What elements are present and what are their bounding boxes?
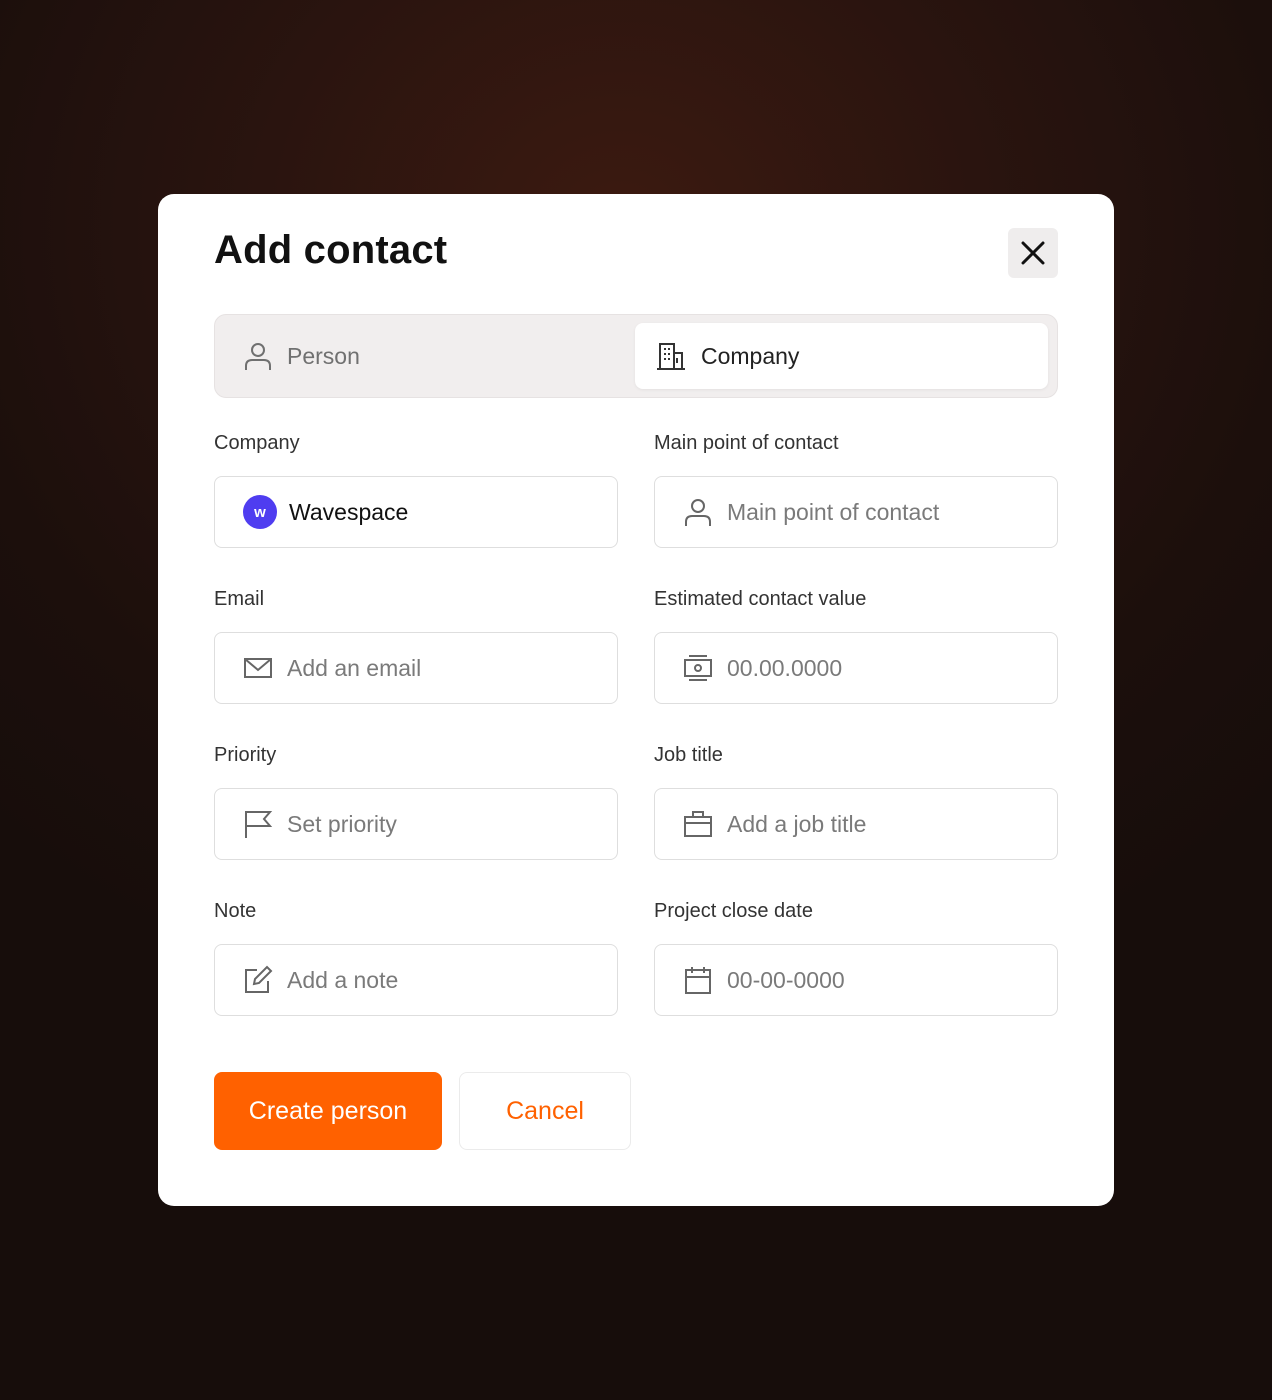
add-contact-dialog: Add contact Person Company Company w Wav…: [158, 194, 1114, 1206]
person-icon: [245, 343, 271, 370]
calendar-icon: [685, 967, 711, 994]
contact-type-switch: Person Company: [214, 314, 1058, 398]
contact-value-placeholder: 00.00.0000: [727, 654, 843, 681]
note-placeholder: Add a note: [287, 966, 399, 993]
main-contact-field[interactable]: Main point of contact: [654, 476, 1058, 548]
flag-icon: [245, 811, 273, 838]
tab-person[interactable]: Person: [223, 323, 636, 389]
create-person-button[interactable]: Create person: [214, 1072, 442, 1150]
priority-field[interactable]: Set priority: [214, 788, 618, 860]
company-label: Company: [214, 432, 300, 454]
tab-company-label: Company: [701, 342, 800, 369]
note-label: Note: [214, 900, 257, 922]
close-button[interactable]: [1008, 228, 1058, 278]
email-placeholder: Add an email: [287, 654, 422, 681]
close-date-field[interactable]: 00-00-0000: [654, 944, 1058, 1016]
note-field[interactable]: Add a note: [214, 944, 618, 1016]
close-date-placeholder: 00-00-0000: [727, 966, 845, 993]
close-icon: [1021, 241, 1045, 265]
mail-icon: [244, 658, 272, 678]
email-field[interactable]: Add an email: [214, 632, 618, 704]
tab-company[interactable]: Company: [635, 323, 1048, 389]
priority-label: Priority: [214, 744, 277, 766]
person-icon: [685, 499, 711, 526]
main-contact-placeholder: Main point of contact: [727, 498, 940, 525]
job-title-placeholder: Add a job title: [727, 810, 867, 837]
briefcase-icon: [684, 811, 712, 837]
company-value: Wavespace: [289, 498, 409, 525]
tab-person-label: Person: [287, 342, 360, 369]
value-label: Estimated contact value: [654, 588, 867, 610]
email-label: Email: [214, 588, 265, 610]
dialog-title: Add contact: [214, 228, 448, 272]
money-icon: [684, 655, 712, 681]
main-contact-label: Main point of contact: [654, 432, 839, 454]
building-icon: [657, 343, 685, 370]
edit-note-icon: [245, 965, 273, 993]
cancel-button[interactable]: Cancel: [459, 1072, 631, 1150]
job-title-label: Job title: [654, 744, 723, 766]
job-title-field[interactable]: Add a job title: [654, 788, 1058, 860]
contact-value-field[interactable]: 00.00.0000: [654, 632, 1058, 704]
wavespace-logo: w: [243, 495, 277, 529]
company-select[interactable]: w Wavespace: [214, 476, 618, 548]
priority-placeholder: Set priority: [287, 810, 397, 837]
close-date-label: Project close date: [654, 900, 813, 922]
